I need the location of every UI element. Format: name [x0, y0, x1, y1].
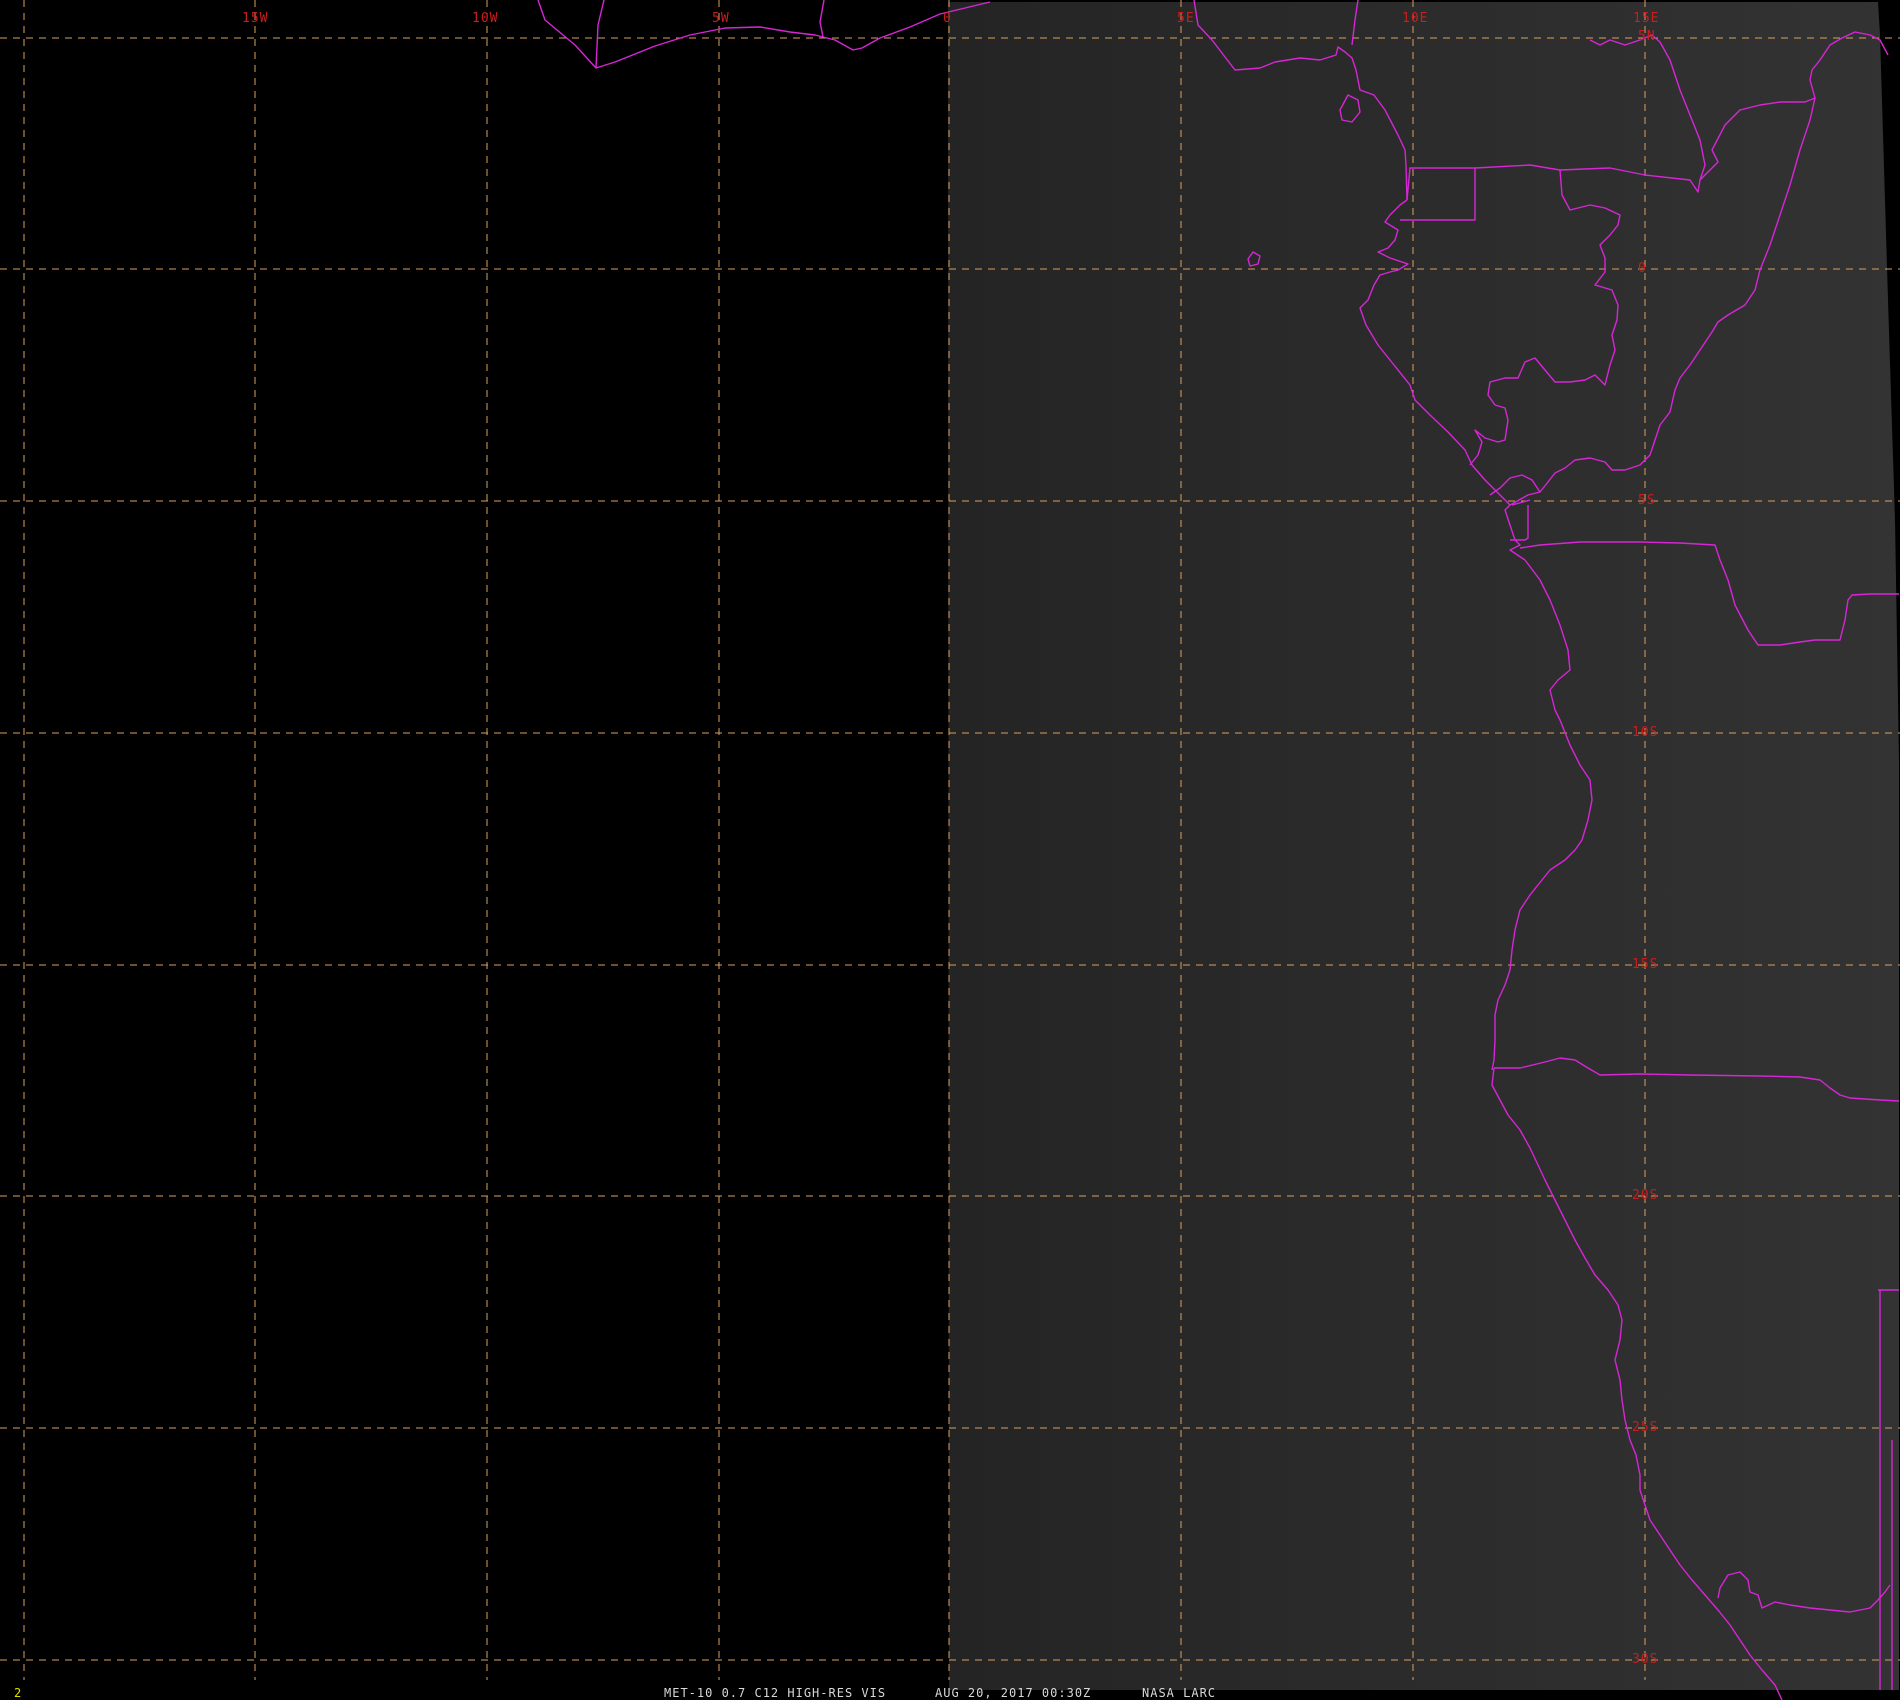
satellite-imagery-region: [948, 2, 1899, 1690]
lon-label-5e: 5E: [1177, 11, 1195, 26]
lon-label-0: 0: [943, 11, 952, 26]
data-source: NASA LARC: [1142, 1686, 1216, 1700]
product-name: MET-10 0.7 C12 HIGH-RES VIS: [664, 1686, 886, 1700]
lon-label-15e: 15E: [1633, 11, 1659, 26]
lat-label-5s: 5S: [1638, 493, 1656, 508]
lat-label-10s: 10S: [1632, 725, 1658, 740]
lat-label-15s: 15S: [1632, 957, 1658, 972]
lat-label-30s: 30S: [1632, 1652, 1658, 1667]
satellite-map: 15W 10W 5W 0 5E 10E 15E 5N 0 5S 10S 15S …: [0, 0, 1900, 1700]
lon-label-10e: 10E: [1402, 11, 1428, 26]
lon-label-10w: 10W: [472, 11, 498, 26]
frame-number: 2: [14, 1686, 21, 1700]
lat-label-0: 0: [1638, 261, 1647, 276]
lat-label-20s: 20S: [1632, 1188, 1658, 1203]
lat-label-5n: 5N: [1638, 29, 1656, 44]
lon-label-15w: 15W: [242, 11, 268, 26]
image-datetime: AUG 20, 2017 00:30Z: [935, 1686, 1091, 1700]
lat-label-25s: 25S: [1632, 1420, 1658, 1435]
lon-label-5w: 5W: [712, 11, 730, 26]
